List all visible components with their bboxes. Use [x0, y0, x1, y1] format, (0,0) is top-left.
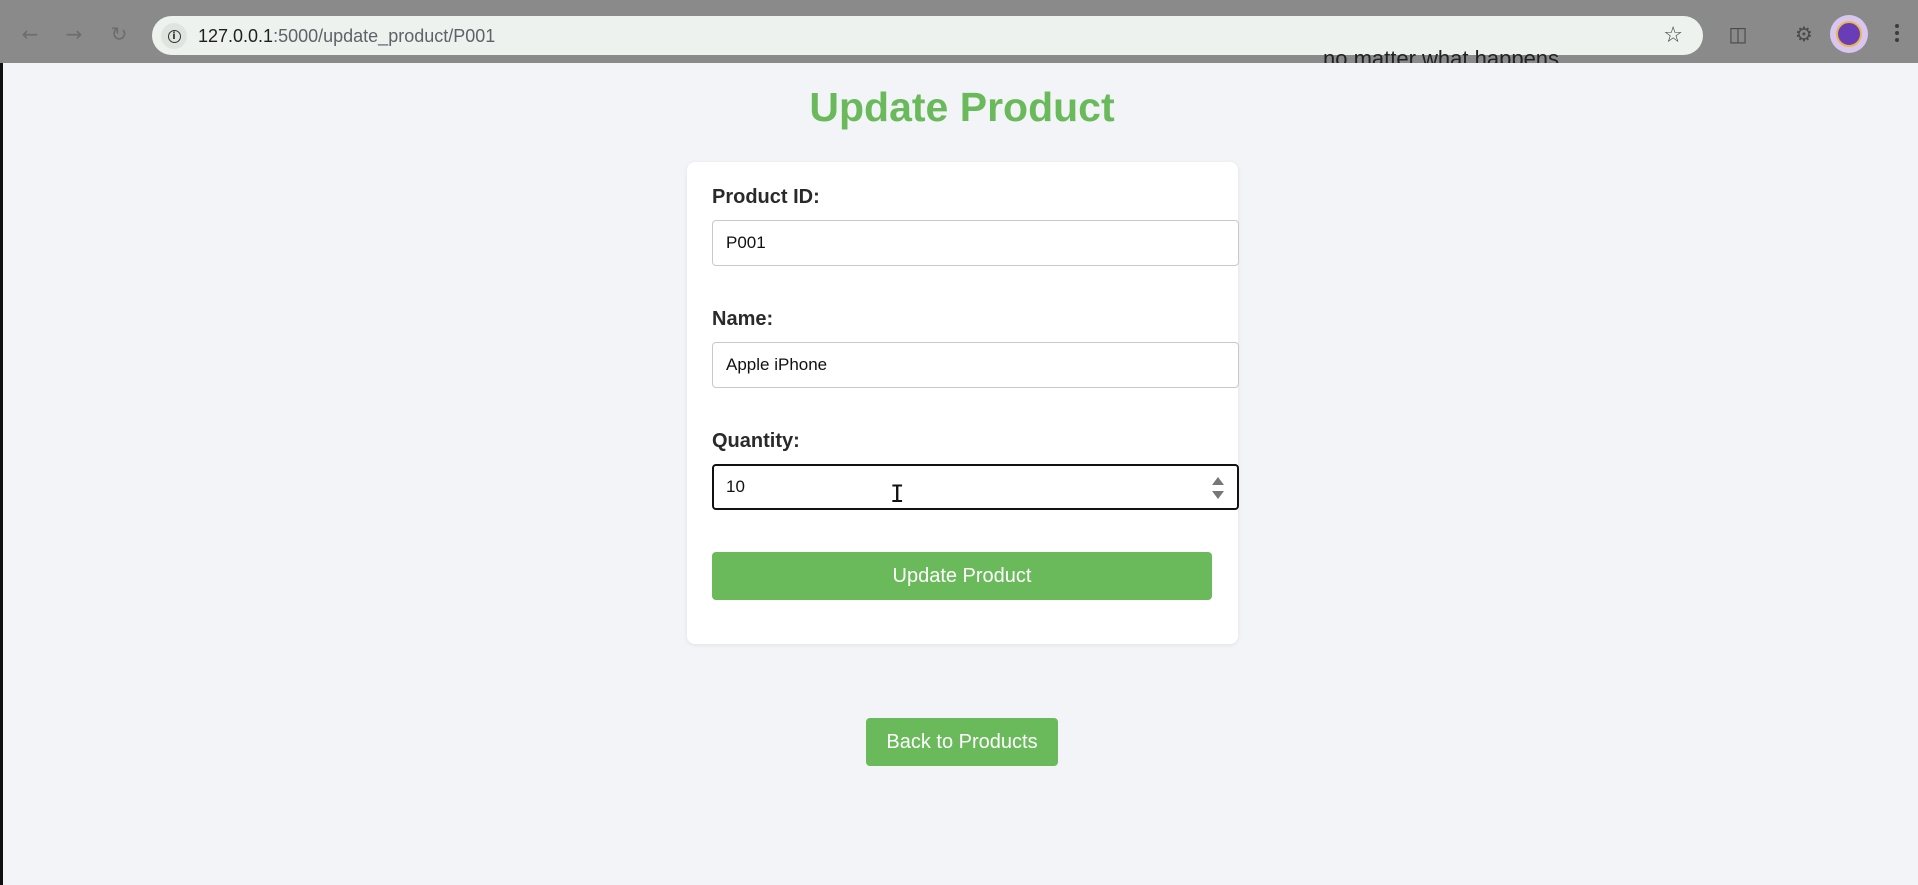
back-arrow-icon[interactable]: ←	[16, 20, 44, 48]
page-title: Update Product	[809, 84, 1115, 130]
quantity-input[interactable]: 10	[712, 464, 1239, 510]
bookmark-star-icon[interactable]: ☆	[1663, 23, 1683, 48]
name-value: Apple iPhone	[726, 355, 828, 374]
site-info-icon[interactable]: i	[161, 23, 187, 49]
name-input[interactable]: Apple iPhone	[712, 342, 1239, 388]
browser-toolbar: ← → ↻ i 127.0.0.1:5000/update_product/P0…	[0, 0, 1918, 63]
url-text[interactable]: 127.0.0.1:5000/update_product/P001	[198, 26, 495, 47]
window-edge	[0, 63, 3, 885]
profile-avatar[interactable]	[1830, 15, 1868, 53]
name-label: Name:	[712, 308, 774, 330]
product-id-label: Product ID:	[712, 186, 820, 208]
text-cursor-icon: I	[890, 480, 905, 508]
url-path: :5000/update_product/P001	[273, 26, 496, 46]
performance-icon[interactable]: ⚙	[1790, 20, 1818, 48]
reload-icon[interactable]: ↻	[105, 20, 133, 48]
extensions-icon[interactable]: ◫	[1724, 20, 1752, 48]
quantity-stepper[interactable]	[1211, 477, 1225, 499]
menu-kebab-icon[interactable]	[1883, 18, 1911, 48]
back-to-products-button[interactable]: Back to Products	[866, 718, 1058, 766]
update-product-button[interactable]: Update Product	[712, 552, 1212, 600]
background-window-text: no matter what happens	[1323, 46, 1560, 64]
quantity-value: 10	[726, 477, 745, 496]
stepper-down-icon[interactable]	[1212, 491, 1224, 499]
url-host: 127.0.0.1	[198, 26, 274, 46]
forward-arrow-icon[interactable]: →	[60, 20, 88, 48]
stepper-up-icon[interactable]	[1212, 477, 1224, 485]
quantity-label: Quantity:	[712, 430, 800, 452]
product-id-input[interactable]: P001	[712, 220, 1239, 266]
product-id-value: P001	[726, 233, 766, 252]
